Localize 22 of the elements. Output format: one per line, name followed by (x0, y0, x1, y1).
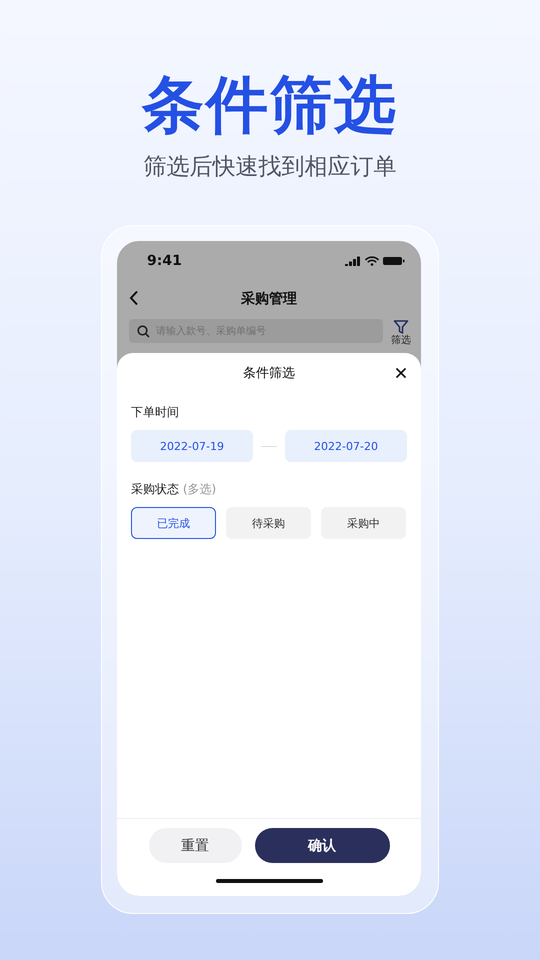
close-icon (393, 365, 409, 381)
status-chip[interactable]: 采购中 (321, 507, 406, 539)
status-time: 9:41 (147, 253, 182, 269)
reset-button[interactable]: 重置 (148, 828, 242, 863)
battery-icon (383, 256, 405, 266)
start-date-field[interactable]: 2022-07-19 (131, 430, 253, 462)
wifi-icon (365, 256, 379, 266)
signal-icon (345, 256, 361, 266)
close-button[interactable] (393, 365, 409, 381)
section-label: 采购状态 (多选) (131, 481, 218, 498)
funnel-icon (393, 319, 409, 335)
confirm-button[interactable]: 确认 (254, 828, 390, 863)
filter-button[interactable]: 筛选 (391, 319, 411, 346)
headline: 条件筛选 (142, 70, 398, 140)
sheet-title: 条件筛选 (243, 365, 295, 382)
page-title: 采购管理 (241, 290, 297, 308)
end-date-field[interactable]: 2022-07-20 (285, 430, 407, 462)
section-label: 下单时间 (131, 404, 180, 421)
back-icon[interactable] (129, 290, 139, 306)
status-chip[interactable]: 已完成 (131, 507, 216, 539)
status-chip[interactable]: 待采购 (226, 507, 311, 539)
subtitle: 筛选后快速找到相应订单 (144, 153, 396, 182)
